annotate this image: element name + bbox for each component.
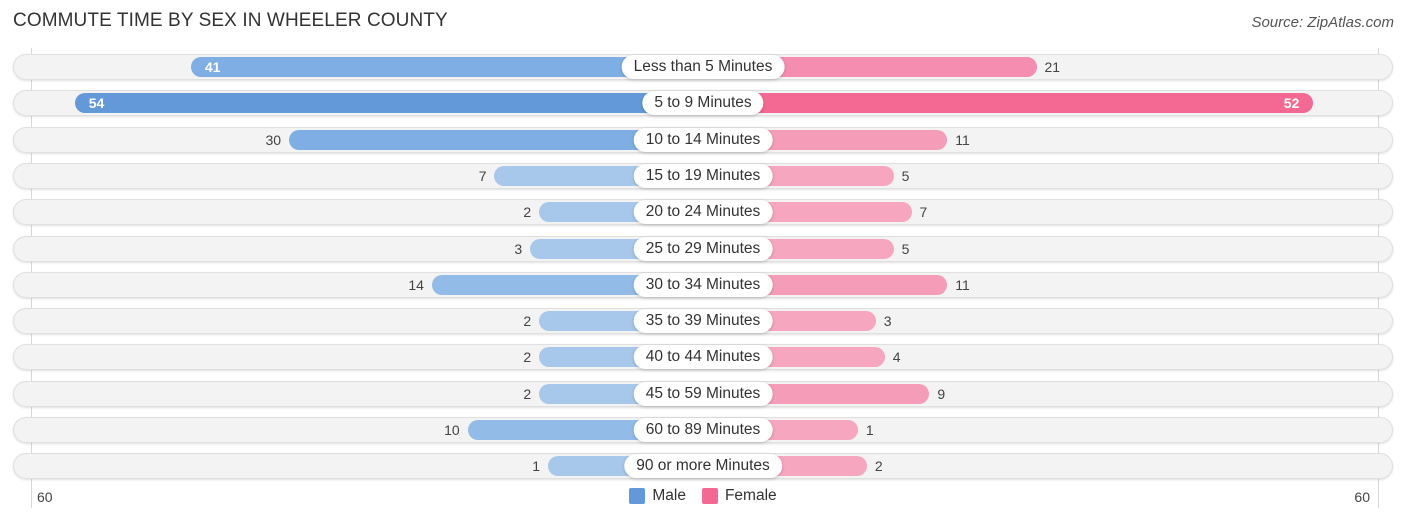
chart-area: 41 21 Less than 5 Minutes 54 52 5 to 9 Minute… (0, 0, 1406, 522)
category-label: 5 to 9 Minutes (642, 91, 764, 116)
legend-label-male: Male (652, 487, 686, 504)
category-label: Less than 5 Minutes (621, 55, 785, 79)
value-label-female: 1 (865, 422, 874, 438)
legend-swatch-female (701, 488, 718, 504)
legend-label-female: Female (724, 487, 777, 504)
value-label-female: 21 (1044, 59, 1061, 75)
value-label-male: 54 (88, 95, 105, 112)
category-label: 90 or more Minutes (624, 454, 782, 479)
category-label: 45 to 59 Minutes (633, 381, 773, 406)
bar-female[interactable] (703, 93, 1314, 114)
value-label-male: 2 (523, 349, 532, 366)
value-label-male: 41 (204, 59, 221, 75)
legend-item-female[interactable]: Female (701, 487, 777, 505)
bar-male[interactable] (74, 93, 703, 114)
category-label: 30 to 34 Minutes (633, 272, 773, 297)
category-label: 60 to 89 Minutes (633, 418, 773, 442)
category-label: 20 to 24 Minutes (633, 200, 773, 225)
legend-swatch-male (629, 488, 646, 504)
value-label-male: 2 (523, 313, 532, 330)
value-label-male: 10 (444, 422, 460, 438)
legend: Male Female (0, 487, 1406, 505)
value-label-female: 2 (874, 458, 883, 475)
value-label-female: 5 (901, 240, 910, 257)
category-label: 10 to 14 Minutes (633, 127, 773, 152)
value-label-female: 52 (1283, 95, 1300, 112)
value-label-female: 9 (937, 385, 946, 402)
value-label-male: 2 (523, 204, 532, 221)
category-label: 25 to 29 Minutes (633, 236, 773, 261)
value-label-male: 14 (408, 276, 424, 293)
category-label: 15 to 19 Minutes (633, 163, 773, 188)
value-label-female: 5 (901, 167, 910, 184)
value-label-male: 2 (523, 385, 532, 402)
value-label-female: 4 (892, 349, 901, 366)
value-label-female: 11 (955, 131, 970, 148)
category-label: 35 to 39 Minutes (633, 309, 773, 334)
legend-item-male[interactable]: Male (629, 487, 686, 505)
value-label-male: 7 (478, 167, 487, 184)
value-label-male: 3 (514, 240, 523, 257)
value-label-female: 3 (883, 313, 892, 330)
value-label-male: 1 (532, 458, 541, 475)
value-label-male: 30 (265, 131, 282, 148)
value-label-female: 7 (919, 204, 928, 221)
category-label: 40 to 44 Minutes (633, 345, 773, 370)
value-label-female: 11 (955, 276, 970, 293)
